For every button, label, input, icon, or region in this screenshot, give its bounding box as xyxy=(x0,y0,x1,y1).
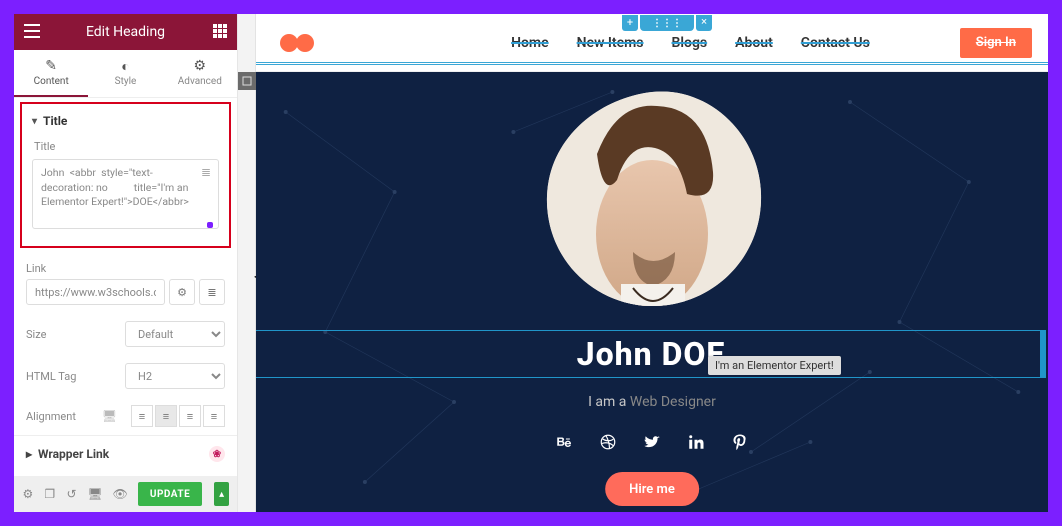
contrast-icon: ◐ xyxy=(88,58,162,76)
tab-style[interactable]: ◐ Style xyxy=(88,50,162,97)
nav-contact[interactable]: Contact Us xyxy=(801,35,870,51)
dribbble-icon[interactable] xyxy=(598,432,618,452)
twitter-icon[interactable] xyxy=(642,432,662,452)
link-options-button[interactable]: ⚙ xyxy=(169,279,195,305)
social-icons xyxy=(256,432,1048,452)
caret-down-icon: ▾ xyxy=(32,116,37,127)
wrapper-link-section[interactable]: ▸ Wrapper Link ❀ xyxy=(14,435,237,472)
structure-toggle-icon[interactable] xyxy=(238,72,256,90)
link-dynamic-button[interactable]: ≣ xyxy=(199,279,225,305)
link-label: Link xyxy=(14,258,237,279)
pinterest-icon[interactable] xyxy=(730,432,750,452)
title-section-highlight: ▾ Title Title John <abbr style="text-dec… xyxy=(20,102,231,248)
hire-me-button[interactable]: Hire me xyxy=(605,472,699,506)
site-nav: + ⋮⋮⋮ × Home New Items Blogs About Conta… xyxy=(256,14,1048,72)
pencil-icon: ✎ xyxy=(14,58,88,76)
hero-name: John DOE xyxy=(256,335,1046,373)
alignment-label: Alignment xyxy=(26,410,94,423)
site-logo[interactable] xyxy=(280,34,314,52)
selection-outline xyxy=(256,62,1048,63)
align-center-button[interactable]: ≡ xyxy=(155,405,177,427)
title-textarea[interactable]: John <abbr style="text-decoration: no ti… xyxy=(32,159,219,229)
panel-header: Edit Heading xyxy=(14,14,237,50)
tab-advanced[interactable]: ⚙ Advanced xyxy=(163,50,237,97)
align-right-button[interactable]: ≡ xyxy=(179,405,201,427)
drag-handle-icon[interactable]: ⋮⋮⋮ xyxy=(652,18,682,29)
align-justify-button[interactable]: ≡ xyxy=(203,405,225,427)
widgets-grid-icon[interactable] xyxy=(213,24,227,38)
title-field-label: Title xyxy=(28,136,223,157)
size-label: Size xyxy=(26,328,117,341)
html-tag-label: HTML Tag xyxy=(26,370,117,383)
panel-footer: ⚙ ❐ ↺ 🖥 👁 UPDATE ▴ xyxy=(14,476,237,512)
section-edit-handle[interactable]: + ⋮⋮⋮ × xyxy=(640,15,694,31)
preview-canvas: + ⋮⋮⋮ × Home New Items Blogs About Conta… xyxy=(256,14,1048,512)
responsive-icon[interactable]: 🖥 xyxy=(87,486,102,502)
editor-panel: Edit Heading ✎ Content ◐ Style ⚙ Advance… xyxy=(14,14,238,512)
dynamic-tag-icon[interactable]: ≣ xyxy=(199,165,213,179)
html-tag-select[interactable]: H2 xyxy=(125,363,225,389)
tagline: I am a Web Designer xyxy=(256,394,1048,410)
addon-badge-icon: ❀ xyxy=(209,446,225,462)
behance-icon[interactable] xyxy=(554,432,574,452)
nav-home[interactable]: Home xyxy=(511,35,549,51)
hero-section: John DOE I'm an Elementor Expert! I am a… xyxy=(256,72,1048,512)
widget-resize-handle[interactable] xyxy=(1040,331,1046,377)
ai-indicator-icon xyxy=(207,222,213,228)
settings-icon[interactable]: ⚙ xyxy=(22,486,34,502)
selection-outline xyxy=(256,64,1048,65)
dynamic-tag-icon: ≣ xyxy=(207,286,216,299)
caret-right-icon: ▸ xyxy=(26,447,32,461)
align-left-button[interactable]: ≡ xyxy=(131,405,153,427)
heading-widget-selected[interactable]: John DOE xyxy=(256,330,1046,378)
sign-in-button[interactable]: Sign In xyxy=(960,28,1032,58)
update-button[interactable]: UPDATE xyxy=(138,482,202,506)
panel-tabs: ✎ Content ◐ Style ⚙ Advanced xyxy=(14,50,237,98)
gear-icon: ⚙ xyxy=(177,286,187,299)
nav-new-items[interactable]: New Items xyxy=(577,35,644,51)
alignment-buttons: ≡ ≡ ≡ ≡ xyxy=(131,405,225,427)
nav-blogs[interactable]: Blogs xyxy=(672,35,708,51)
panel-gutter xyxy=(238,14,256,512)
history-icon[interactable]: ↺ xyxy=(66,486,78,502)
profile-portrait xyxy=(537,84,767,314)
delete-section-icon[interactable]: × xyxy=(696,15,712,31)
hamburger-icon[interactable] xyxy=(24,24,40,38)
link-input[interactable] xyxy=(26,279,165,305)
nav-about[interactable]: About xyxy=(735,35,773,51)
add-section-icon[interactable]: + xyxy=(622,15,638,31)
abbr-tooltip: I'm an Elementor Expert! xyxy=(708,356,841,375)
gear-icon: ⚙ xyxy=(163,58,237,76)
tab-content[interactable]: ✎ Content xyxy=(14,50,88,97)
size-select[interactable]: Default xyxy=(125,321,225,347)
update-options-button[interactable]: ▴ xyxy=(214,482,229,506)
panel-title: Edit Heading xyxy=(86,24,165,40)
navigator-icon[interactable]: ❐ xyxy=(44,486,56,502)
desktop-icon[interactable]: 🖥 xyxy=(102,409,117,423)
linkedin-icon[interactable] xyxy=(686,432,706,452)
section-title-row[interactable]: ▾ Title xyxy=(28,110,223,136)
preview-icon[interactable]: 👁 xyxy=(113,486,128,502)
